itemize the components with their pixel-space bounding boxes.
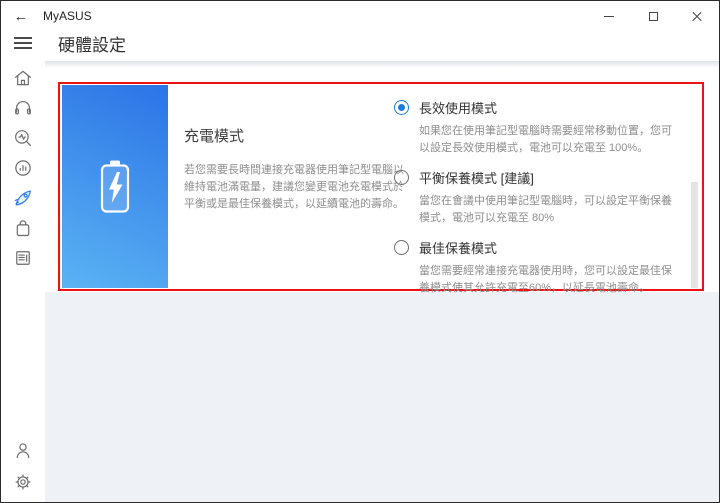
- news-icon: [12, 247, 34, 269]
- card-scrollbar-track[interactable]: [691, 85, 698, 288]
- option-balanced[interactable]: 平衡保養模式 [建議] 當您在會議中使用筆記型電腦時，可以設定平衡保養模式，電池…: [394, 168, 680, 227]
- option-description: 如果您在使用筆記型電腦時需要經常移動位置，您可以設定長效使用模式，電池可以充電至…: [419, 123, 680, 157]
- settings-gear-icon: [12, 471, 34, 493]
- performance-icon: [12, 157, 34, 179]
- option-label: 最佳保養模式: [419, 238, 497, 257]
- page-title: 硬體設定: [58, 31, 126, 56]
- home-icon: [12, 67, 34, 89]
- charging-mode-options: 長效使用模式 如果您在使用筆記型電腦時需要經常移動位置，您可以設定長效使用模式，…: [394, 98, 680, 308]
- menu-button[interactable]: [14, 37, 32, 49]
- sidebar-item-performance[interactable]: [12, 157, 34, 179]
- section-info: 充電模式 若您需要長時間連接充電器使用筆記型電腦以維持電池滿電量，建議您變更電池…: [184, 125, 406, 213]
- sidebar-item-customer-support[interactable]: [12, 97, 34, 119]
- sidebar-item-home[interactable]: [12, 67, 34, 89]
- minimize-button[interactable]: [587, 1, 631, 31]
- close-button[interactable]: [675, 1, 719, 31]
- sidebar-item-news[interactable]: [12, 247, 34, 269]
- store-icon: [12, 217, 34, 239]
- sidebar-item-user-account[interactable]: [12, 439, 34, 461]
- maximize-button[interactable]: [631, 1, 675, 31]
- sidebar-item-settings[interactable]: [12, 471, 34, 493]
- radio-balanced[interactable]: [394, 170, 409, 185]
- app-title: MyASUS: [43, 9, 92, 23]
- sidebar-item-store[interactable]: [12, 217, 34, 239]
- back-button[interactable]: ←: [7, 3, 35, 29]
- radio-maximum-lifespan[interactable]: [394, 240, 409, 255]
- charging-mode-card: 充電模式 若您需要長時間連接充電器使用筆記型電腦以維持電池滿電量，建議您變更電池…: [62, 85, 700, 288]
- charging-mode-card-wrap: 充電模式 若您需要長時間連接充電器使用筆記型電腦以維持電池滿電量，建議您變更電池…: [58, 82, 704, 291]
- myasus-window: ← MyASUS 硬體設定: [0, 0, 720, 503]
- customer-support-icon: [12, 97, 34, 119]
- maximize-icon: [649, 12, 658, 21]
- option-maximum-lifespan[interactable]: 最佳保養模式 當您需要經常連接充電器使用時，您可以設定最佳保養模式使其允許充電至…: [394, 238, 680, 297]
- content-area: 充電模式 若您需要長時間連接充電器使用筆記型電腦以維持電池滿電量，建議您變更電池…: [45, 61, 719, 502]
- hardware-settings-rocket-icon: [12, 187, 34, 209]
- titlebar: ← MyASUS: [1, 1, 719, 31]
- option-description: 當您在會議中使用筆記型電腦時，可以設定平衡保養模式，電池可以充電至 80%: [419, 193, 680, 227]
- sidebar: [1, 61, 45, 502]
- option-label: 長效使用模式: [419, 98, 497, 117]
- section-description: 若您需要長時間連接充電器使用筆記型電腦以維持電池滿電量，建議您變更電池充電模式於…: [184, 162, 406, 213]
- battery-illustration: [62, 85, 168, 288]
- sidebar-item-system-diagnosis[interactable]: [12, 127, 34, 149]
- option-label: 平衡保養模式 [建議]: [419, 168, 534, 187]
- radio-long-lasting[interactable]: [394, 100, 409, 115]
- option-description: 當您需要經常連接充電器使用時，您可以設定最佳保養模式使其允許充電至60%，以延長…: [419, 263, 680, 297]
- user-icon: [12, 439, 34, 461]
- option-long-lasting[interactable]: 長效使用模式 如果您在使用筆記型電腦時需要經常移動位置，您可以設定長效使用模式，…: [394, 98, 680, 157]
- system-diagnosis-icon: [12, 127, 34, 149]
- battery-charging-icon: [98, 159, 132, 215]
- window-controls: [587, 1, 719, 31]
- section-title: 充電模式: [184, 125, 406, 146]
- close-icon: [691, 10, 703, 22]
- back-arrow-icon: ←: [14, 8, 29, 25]
- sidebar-item-hardware-settings[interactable]: [12, 187, 34, 209]
- card-scrollbar-thumb[interactable]: [691, 85, 698, 182]
- minimize-icon: [604, 16, 614, 17]
